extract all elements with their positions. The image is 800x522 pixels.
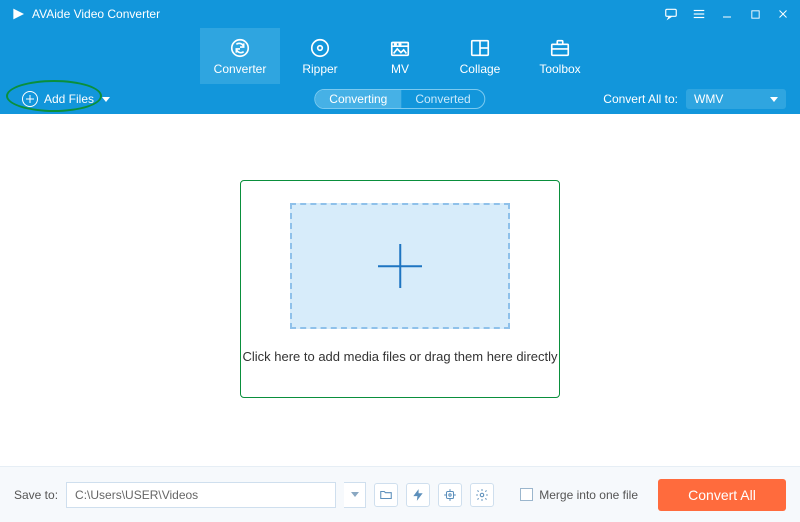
feedback-icon[interactable]: [664, 7, 678, 21]
maximize-icon[interactable]: [748, 7, 762, 21]
conversion-segment: Converting Converted: [314, 89, 485, 109]
header-tabs: Converter Ripper MV Collage Toolbox: [0, 28, 800, 84]
chevron-down-icon: [770, 97, 778, 102]
output-format-select[interactable]: WMV: [686, 89, 786, 109]
checkbox-icon: [520, 488, 533, 501]
convert-all-button[interactable]: Convert All: [658, 479, 786, 511]
sub-toolbar: Add Files Converting Converted Convert A…: [0, 84, 800, 114]
plus-icon: [378, 244, 422, 288]
chevron-down-icon: [102, 97, 110, 102]
add-files-label: Add Files: [44, 92, 94, 106]
merge-label: Merge into one file: [539, 488, 638, 502]
save-to-path-value: C:\Users\USER\Videos: [75, 488, 198, 502]
segment-converting[interactable]: Converting: [315, 90, 401, 108]
tab-converter[interactable]: Converter: [200, 28, 280, 84]
tab-label: Toolbox: [539, 62, 580, 76]
mv-icon: [389, 37, 411, 59]
tab-label: Collage: [460, 62, 501, 76]
drop-zone-inner: [290, 203, 510, 329]
save-to-label: Save to:: [14, 488, 58, 502]
tab-toolbox[interactable]: Toolbox: [520, 28, 600, 84]
folder-icon: [379, 488, 393, 502]
format-selected-value: WMV: [694, 92, 723, 106]
toolbox-icon: [549, 37, 571, 59]
gear-icon: [475, 488, 489, 502]
tab-label: MV: [391, 62, 409, 76]
tab-mv[interactable]: MV: [360, 28, 440, 84]
tab-label: Ripper: [302, 62, 337, 76]
convert-all-to: Convert All to: WMV: [603, 89, 786, 109]
tab-collage[interactable]: Collage: [440, 28, 520, 84]
open-folder-button[interactable]: [374, 483, 398, 507]
collage-icon: [469, 37, 491, 59]
app-logo-icon: [10, 6, 26, 22]
tab-label: Converter: [214, 62, 267, 76]
gpu-button[interactable]: [438, 483, 462, 507]
tab-ripper[interactable]: Ripper: [280, 28, 360, 84]
menu-icon[interactable]: [692, 7, 706, 21]
settings-button[interactable]: [470, 483, 494, 507]
bottom-bar: Save to: C:\Users\USER\Videos Merge into…: [0, 466, 800, 522]
title-bar: AVAide Video Converter: [0, 0, 800, 28]
window-title: AVAide Video Converter: [32, 7, 664, 21]
window-controls: [664, 7, 790, 21]
main-area: Click here to add media files or drag th…: [0, 114, 800, 466]
drop-zone[interactable]: Click here to add media files or drag th…: [240, 180, 560, 398]
bolt-icon: [411, 488, 425, 502]
convert-all-to-label: Convert All to:: [603, 92, 678, 106]
save-to-path-field[interactable]: C:\Users\USER\Videos: [66, 482, 336, 508]
close-icon[interactable]: [776, 7, 790, 21]
save-to-dropdown-button[interactable]: [344, 482, 366, 508]
merge-checkbox[interactable]: Merge into one file: [520, 488, 638, 502]
hw-accel-button[interactable]: [406, 483, 430, 507]
plus-circle-icon: [22, 91, 38, 107]
chip-icon: [443, 488, 457, 502]
add-files-button[interactable]: Add Files: [14, 89, 118, 109]
segment-converted[interactable]: Converted: [401, 90, 484, 108]
minimize-icon[interactable]: [720, 7, 734, 21]
converter-icon: [229, 37, 251, 59]
chevron-down-icon: [351, 492, 359, 497]
drop-zone-text: Click here to add media files or drag th…: [242, 349, 557, 364]
ripper-icon: [309, 37, 331, 59]
